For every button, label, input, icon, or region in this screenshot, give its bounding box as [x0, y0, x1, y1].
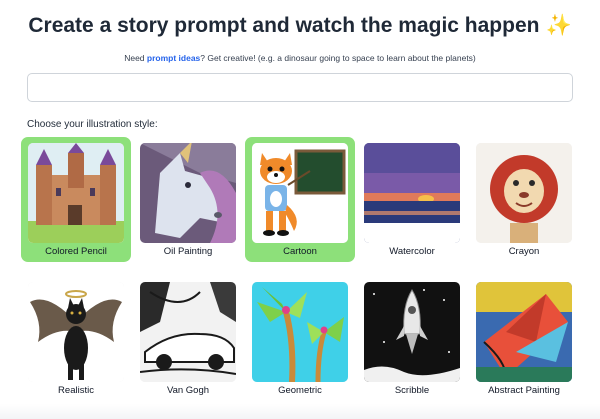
sunset-image — [364, 143, 460, 243]
prompt-ideas-link[interactable]: prompt ideas — [147, 53, 200, 63]
style-card-van-gogh[interactable]: Van Gogh — [133, 276, 243, 401]
style-card-abstract-painting[interactable]: Abstract Painting — [469, 276, 579, 401]
style-section-label: Choose your illustration style: — [27, 119, 158, 130]
sparkle-icon: ✨ — [545, 14, 572, 37]
page-title-text: Create a story prompt and watch the magi… — [28, 14, 540, 37]
style-label: Realistic — [58, 385, 94, 396]
style-card-oil-painting[interactable]: Oil Painting — [133, 137, 243, 262]
style-label: Abstract Painting — [488, 385, 560, 396]
palm-trees-image — [252, 282, 348, 382]
winged-cat-image — [28, 282, 124, 382]
rocket-image — [364, 282, 460, 382]
abstract-kite-image — [476, 282, 572, 382]
subtitle-suffix: ? Get creative! (e.g. a dinosaur going t… — [200, 53, 476, 63]
style-card-colored-pencil[interactable]: Colored Pencil — [21, 137, 131, 262]
castle-image — [28, 143, 124, 243]
style-label: Oil Painting — [163, 246, 213, 257]
style-label: Cartoon — [283, 246, 317, 257]
style-card-crayon[interactable]: Crayon — [469, 137, 579, 262]
style-label: Scribble — [394, 385, 430, 396]
style-label: Geometric — [278, 385, 322, 396]
bottom-divider — [0, 404, 600, 419]
fox-teacher-image — [252, 143, 348, 243]
style-label: Van Gogh — [166, 385, 210, 396]
subtitle: Need prompt ideas? Get creative! (e.g. a… — [0, 53, 600, 63]
style-card-geometric[interactable]: Geometric — [245, 276, 355, 401]
style-card-scribble[interactable]: Scribble — [357, 276, 467, 401]
subtitle-prefix: Need — [124, 53, 147, 63]
style-label: Colored Pencil — [45, 246, 107, 257]
style-label: Crayon — [508, 246, 540, 257]
style-card-realistic[interactable]: Realistic — [21, 276, 131, 401]
style-card-cartoon[interactable]: Cartoon — [245, 137, 355, 262]
story-prompt-input[interactable] — [27, 73, 573, 102]
style-card-watercolor[interactable]: Watercolor — [357, 137, 467, 262]
unicorn-image — [140, 143, 236, 243]
lion-image — [476, 143, 572, 243]
sports-car-image — [140, 282, 236, 382]
page-title: Create a story prompt and watch the magi… — [0, 14, 600, 38]
style-label: Watercolor — [389, 246, 435, 257]
